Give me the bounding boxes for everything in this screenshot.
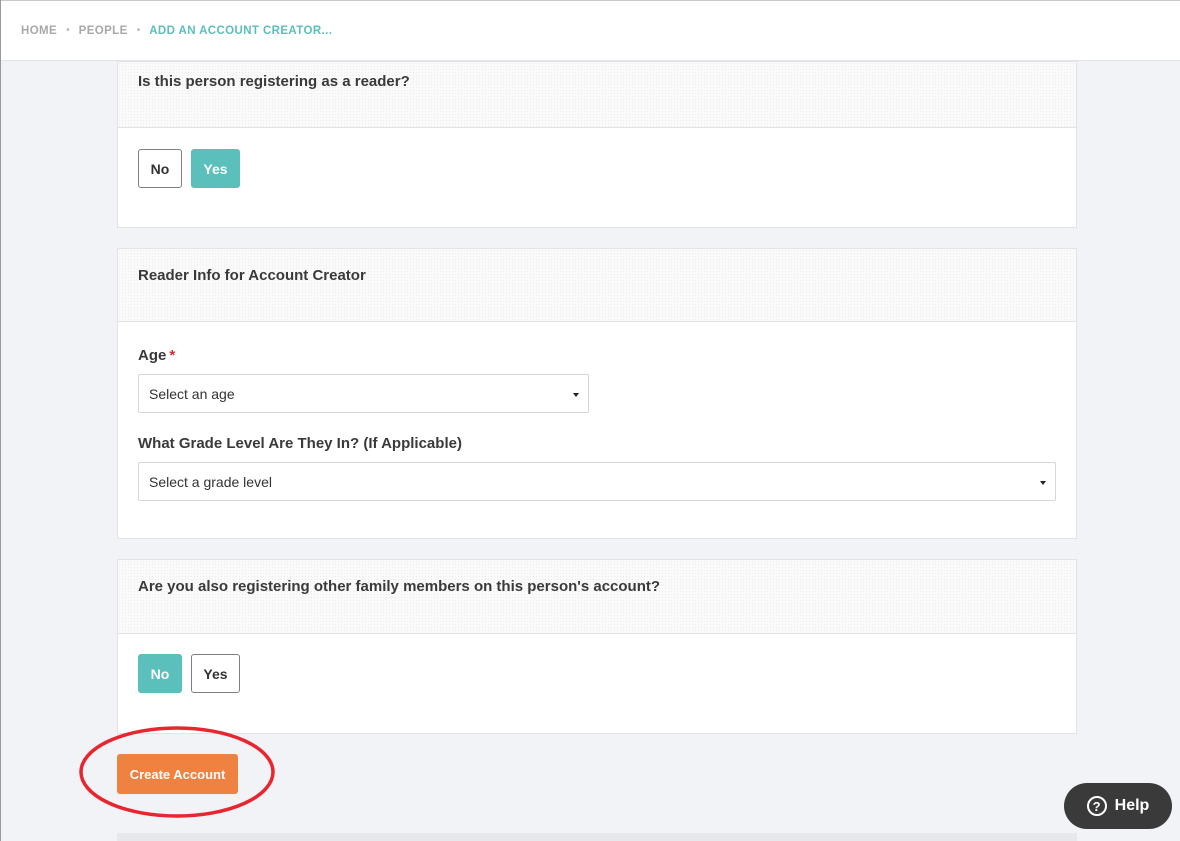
reader-question-card: Is this person registering as a reader? … xyxy=(117,61,1077,228)
age-label: Age * xyxy=(138,347,175,364)
breadcrumb: HOME • PEOPLE • ADD AN ACCOUNT CREATOR..… xyxy=(1,0,1180,61)
question-circle-icon: ? xyxy=(1086,796,1107,816)
breadcrumb-current: ADD AN ACCOUNT CREATOR... xyxy=(149,24,333,37)
breadcrumb-people[interactable]: PEOPLE xyxy=(79,25,128,37)
family-question-card: Are you also registering other family me… xyxy=(117,559,1077,734)
reader-yes-button[interactable]: Yes xyxy=(191,149,240,188)
card-title: Is this person registering as a reader? xyxy=(138,73,410,90)
breadcrumb-separator: • xyxy=(136,25,141,36)
family-yes-button[interactable]: Yes xyxy=(191,654,240,693)
reader-no-button[interactable]: No xyxy=(138,149,182,188)
reader-info-card: Reader Info for Account Creator Age * Sel… xyxy=(117,248,1077,539)
card-body: No Yes xyxy=(118,128,1076,227)
card-body: No Yes xyxy=(118,634,1076,733)
help-button[interactable]: ? Help xyxy=(1064,783,1172,829)
grade-select[interactable]: Select a grade level xyxy=(138,462,1056,501)
grade-label: What Grade Level Are They In? (If Applic… xyxy=(138,435,462,452)
window-edge xyxy=(0,0,1,841)
caret-down-icon xyxy=(1040,481,1046,485)
breadcrumb-separator: • xyxy=(66,25,70,36)
card-title: Reader Info for Account Creator xyxy=(138,267,366,284)
age-label-text: Age xyxy=(138,347,167,364)
age-select[interactable]: Select an age xyxy=(138,374,589,413)
create-account-button[interactable]: Create Account xyxy=(117,754,238,794)
required-mark: * xyxy=(169,347,176,364)
breadcrumb-home[interactable]: HOME xyxy=(21,25,57,37)
card-body: Age * Select an age What Grade Level Are … xyxy=(118,322,1076,538)
grade-select-value: Select a grade level xyxy=(149,473,272,490)
card-header: Is this person registering as a reader? xyxy=(118,62,1076,128)
family-no-button[interactable]: No xyxy=(138,654,182,693)
caret-down-icon xyxy=(573,393,579,397)
age-select-value: Select an age xyxy=(149,385,235,402)
card-title: Are you also registering other family me… xyxy=(138,578,661,595)
help-label: Help xyxy=(1114,797,1150,814)
card-header: Are you also registering other family me… xyxy=(118,560,1076,634)
next-card-edge xyxy=(117,833,1077,841)
card-header: Reader Info for Account Creator xyxy=(118,249,1076,322)
